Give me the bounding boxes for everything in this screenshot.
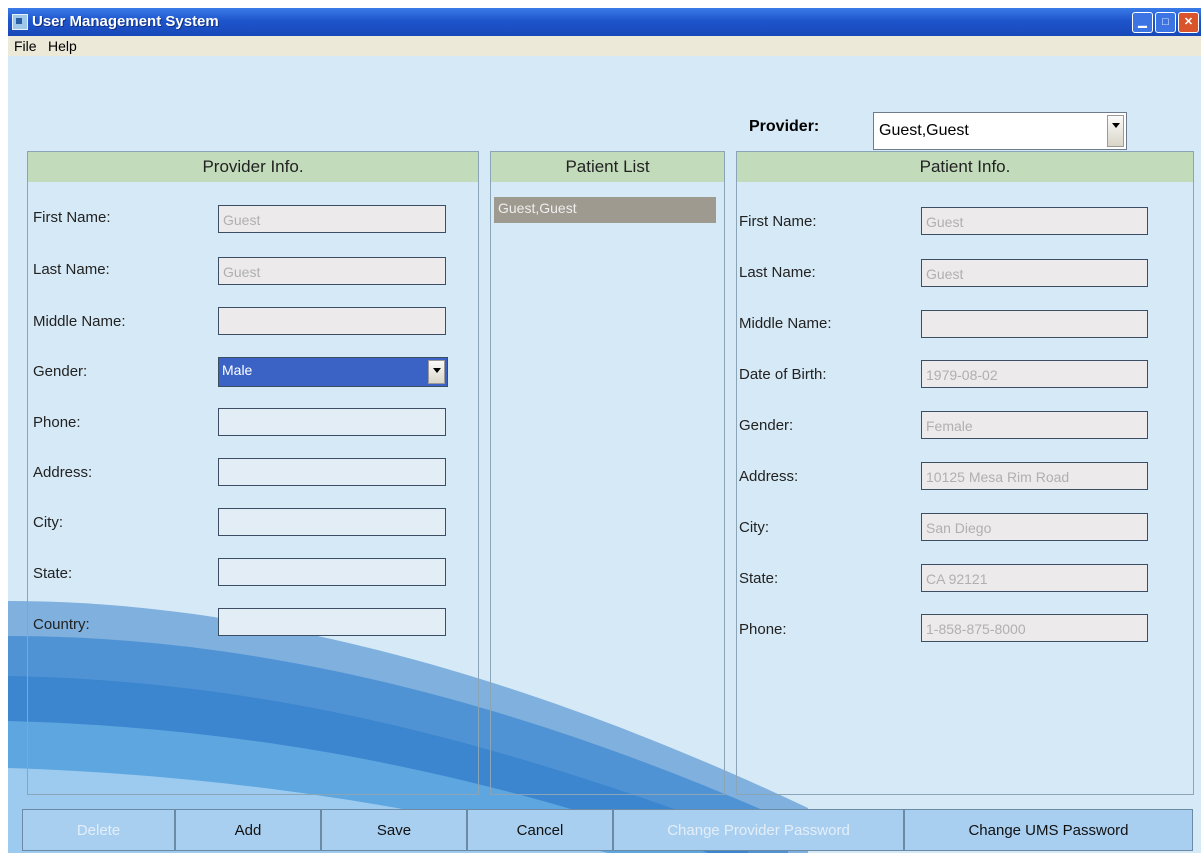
provider-state-field[interactable] — [218, 558, 446, 586]
provider-phone-label: Phone: — [33, 414, 81, 431]
provider-middle-name-label: Middle Name: — [33, 313, 126, 330]
provider-country-field[interactable] — [218, 608, 446, 636]
provider-middle-name-field[interactable] — [218, 307, 446, 335]
close-icon[interactable]: ✕ — [1178, 12, 1199, 33]
patient-list-header: Patient List — [491, 152, 724, 182]
patient-address-label: Address: — [739, 468, 799, 485]
provider-first-name-label: First Name: — [33, 209, 111, 226]
patient-city-field[interactable]: San Diego — [921, 513, 1148, 541]
patient-list-panel: Patient List Guest,Guest — [490, 151, 725, 795]
provider-info-panel: Provider Info. First Name: Guest Last Na… — [27, 151, 479, 795]
provider-select-value: Guest,Guest — [879, 122, 969, 139]
action-button-bar: Delete Add Save Cancel Change Provider P… — [8, 808, 1201, 853]
menu-file[interactable]: File — [14, 38, 37, 54]
provider-select[interactable]: Guest,Guest — [873, 112, 1127, 150]
patient-gender-field[interactable]: Female — [921, 411, 1148, 439]
change-ums-password-button[interactable]: Change UMS Password — [904, 809, 1193, 851]
list-item[interactable]: Guest,Guest — [494, 197, 716, 223]
provider-gender-value: Male — [222, 362, 253, 378]
patient-gender-label: Gender: — [739, 417, 794, 434]
patient-last-name-label: Last Name: — [739, 264, 816, 281]
patient-address-field[interactable]: 10125 Mesa Rim Road — [921, 462, 1148, 490]
title-bar[interactable]: User Management System ▁ □ ✕ — [8, 8, 1201, 36]
patient-state-field[interactable]: CA 92121 — [921, 564, 1148, 592]
maximize-icon[interactable]: □ — [1155, 12, 1176, 33]
save-button[interactable]: Save — [321, 809, 467, 851]
patient-info-panel: Patient Info. First Name: Guest Last Nam… — [736, 151, 1194, 795]
provider-gender-select[interactable]: Male — [218, 357, 448, 387]
patient-first-name-label: First Name: — [739, 213, 817, 230]
menu-help[interactable]: Help — [48, 38, 77, 54]
patient-state-label: State: — [739, 570, 779, 587]
provider-city-label: City: — [33, 514, 63, 531]
provider-last-name-field[interactable]: Guest — [218, 257, 446, 285]
provider-label: Provider: — [749, 118, 820, 135]
cancel-button[interactable]: Cancel — [467, 809, 613, 851]
patient-middle-name-field[interactable] — [921, 310, 1148, 338]
patient-middle-name-label: Middle Name: — [739, 315, 832, 332]
patient-info-header: Patient Info. — [737, 152, 1193, 182]
provider-last-name-label: Last Name: — [33, 261, 110, 278]
patient-phone-field[interactable]: 1-858-875-8000 — [921, 614, 1148, 642]
window-title: User Management System — [32, 13, 219, 30]
delete-button[interactable]: Delete — [22, 809, 175, 851]
patient-last-name-field[interactable]: Guest — [921, 259, 1148, 287]
change-provider-password-button[interactable]: Change Provider Password — [613, 809, 904, 851]
patient-first-name-field[interactable]: Guest — [921, 207, 1148, 235]
provider-state-label: State: — [33, 565, 73, 582]
provider-phone-field[interactable] — [218, 408, 446, 436]
chevron-down-icon[interactable] — [1107, 115, 1124, 147]
provider-first-name-field[interactable]: Guest — [218, 205, 446, 233]
provider-address-label: Address: — [33, 464, 93, 481]
window-controls: ▁ □ ✕ — [1132, 12, 1199, 33]
app-icon — [12, 14, 28, 30]
provider-address-field[interactable] — [218, 458, 446, 486]
provider-city-field[interactable] — [218, 508, 446, 536]
patient-dob-label: Date of Birth: — [739, 366, 827, 383]
provider-country-label: Country: — [33, 616, 90, 633]
chevron-down-icon[interactable] — [428, 360, 445, 384]
provider-info-header: Provider Info. — [28, 152, 478, 182]
patient-phone-label: Phone: — [739, 621, 787, 638]
minimize-icon[interactable]: ▁ — [1132, 12, 1153, 33]
menu-bar: File Help — [8, 36, 1201, 56]
app-window: User Management System ▁ □ ✕ File Help P… — [8, 8, 1201, 853]
provider-gender-label: Gender: — [33, 363, 88, 380]
patient-city-label: City: — [739, 519, 769, 536]
patient-dob-field[interactable]: 1979-08-02 — [921, 360, 1148, 388]
add-button[interactable]: Add — [175, 809, 321, 851]
